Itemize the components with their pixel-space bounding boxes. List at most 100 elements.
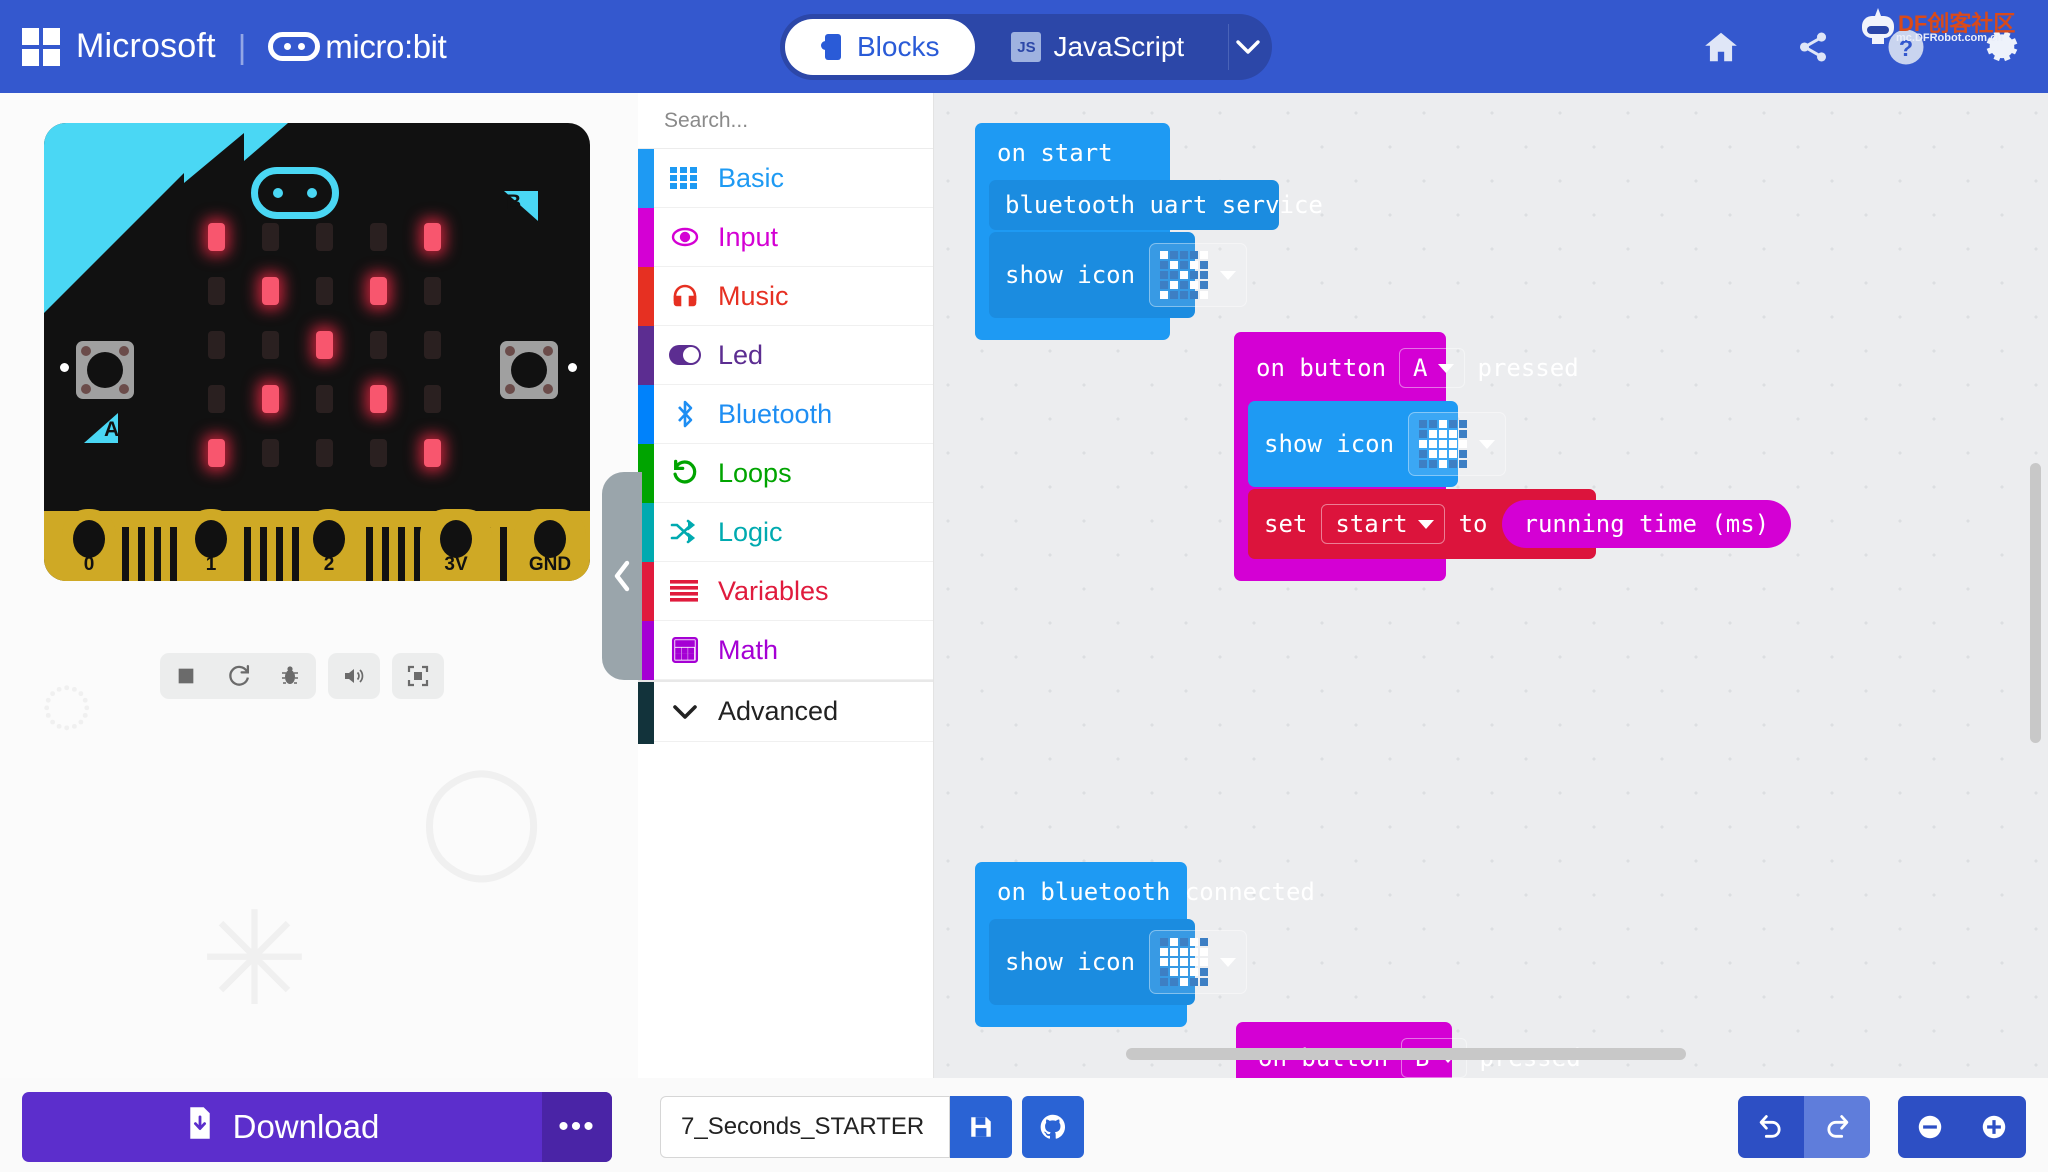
toolbox-category-led[interactable]: Led bbox=[638, 326, 933, 385]
tab-javascript[interactable]: JS JavaScript bbox=[975, 19, 1220, 75]
board-pin-2[interactable]: 2 bbox=[302, 509, 356, 581]
toolbox-category-basic[interactable]: Basic bbox=[638, 149, 933, 208]
brand-separator: | bbox=[237, 27, 247, 65]
workspace-vertical-scrollbar[interactable] bbox=[2030, 463, 2041, 743]
fullscreen-button[interactable] bbox=[392, 653, 444, 699]
led-4-1 bbox=[261, 439, 279, 467]
download-more-button[interactable]: ••• bbox=[542, 1092, 612, 1162]
led-3-0 bbox=[207, 385, 225, 413]
toolbox-category-label: Led bbox=[718, 339, 764, 370]
github-button[interactable] bbox=[1022, 1096, 1084, 1158]
mute-button[interactable] bbox=[328, 653, 380, 699]
block-show-icon-connected[interactable]: show icon bbox=[989, 919, 1248, 1005]
toolbox-category-bluetooth[interactable]: Bluetooth bbox=[638, 385, 933, 444]
block-bluetooth-uart-service[interactable]: bluetooth uart service bbox=[989, 180, 1323, 230]
eye-icon bbox=[668, 224, 702, 250]
led-0-3 bbox=[369, 223, 387, 251]
variable-select-start[interactable]: start bbox=[1321, 504, 1445, 544]
board-pin-3v[interactable]: 3V bbox=[420, 509, 492, 581]
microsoft-logo-icon bbox=[22, 27, 60, 66]
board-label-b: B bbox=[504, 191, 538, 221]
block-on-bluetooth-connected[interactable]: on bluetooth connected show icon bbox=[975, 862, 1315, 1027]
chevron-down-icon bbox=[1220, 270, 1237, 280]
df-community-logo: DF创客社区 mc.DFRobot.com.cn bbox=[1856, 4, 2034, 60]
restart-button[interactable] bbox=[212, 653, 264, 699]
debug-button[interactable] bbox=[264, 653, 316, 699]
project-name-input[interactable] bbox=[681, 1113, 929, 1141]
microbit-board[interactable]: A B 0 1 2 3V GND bbox=[44, 123, 590, 581]
tab-blocks[interactable]: Blocks bbox=[785, 19, 976, 75]
icon-picker-field[interactable] bbox=[1149, 930, 1248, 994]
icon-picker-field[interactable] bbox=[1408, 412, 1507, 476]
toolbox-category-loops[interactable]: Loops bbox=[638, 444, 933, 503]
toolbox-category-math[interactable]: Math bbox=[638, 621, 933, 680]
led-2-2 bbox=[315, 331, 333, 359]
editor-mode-toggle[interactable]: Blocks JS JavaScript bbox=[780, 14, 1272, 80]
search-input[interactable] bbox=[664, 108, 935, 133]
board-button-b[interactable] bbox=[500, 341, 558, 399]
toolbox-category-variables[interactable]: Variables bbox=[638, 562, 933, 621]
board-pin-1[interactable]: 1 bbox=[184, 509, 238, 581]
blocks-toolbox: Basic Input Music Led Bluetooth Loops Logic Var… bbox=[638, 93, 959, 1078]
block-running-time[interactable]: running time (ms) bbox=[1501, 500, 1792, 548]
simulator-controls bbox=[160, 653, 444, 699]
board-edge-dot bbox=[60, 363, 69, 372]
board-button-a[interactable] bbox=[76, 341, 134, 399]
category-color-stripe bbox=[638, 326, 654, 385]
block-on-start[interactable]: on start bluetooth uart service show ico… bbox=[975, 123, 1323, 340]
zoom-in-button[interactable] bbox=[1979, 1112, 2009, 1142]
shuffle-icon bbox=[668, 519, 702, 545]
download-button-main[interactable]: Download bbox=[22, 1092, 542, 1162]
led-3-1 bbox=[261, 385, 279, 413]
language-dropdown-button[interactable] bbox=[1229, 38, 1267, 56]
toolbox-category-label: Math bbox=[718, 634, 779, 665]
download-label: Download bbox=[232, 1108, 380, 1145]
led-1-0 bbox=[207, 277, 225, 305]
icon-picker-field[interactable] bbox=[1149, 243, 1248, 307]
led-4-4 bbox=[423, 439, 441, 467]
variable-name: start bbox=[1335, 510, 1408, 538]
board-pin-0[interactable]: 0 bbox=[62, 509, 116, 581]
led-3-3 bbox=[369, 385, 387, 413]
download-icon bbox=[185, 1106, 215, 1148]
toolbox-category-advanced[interactable]: Advanced bbox=[638, 680, 933, 744]
workspace-horizontal-scrollbar[interactable] bbox=[1126, 1048, 1686, 1060]
brand-area: Microsoft | micro:bit bbox=[0, 27, 447, 66]
share-icon[interactable] bbox=[1796, 30, 1830, 64]
toolbox-category-input[interactable]: Input bbox=[638, 208, 933, 267]
block-show-icon-a[interactable]: show icon bbox=[1248, 401, 1507, 487]
chevron-down-icon bbox=[1437, 363, 1454, 373]
board-pin-gnd[interactable]: GND bbox=[514, 509, 586, 581]
led-1-4 bbox=[423, 277, 441, 305]
toolbox-category-logic[interactable]: Logic bbox=[638, 503, 933, 562]
button-select-a[interactable]: A bbox=[1399, 348, 1465, 388]
undo-button[interactable] bbox=[1738, 1096, 1804, 1158]
bottom-toolbar: Download ••• bbox=[0, 1078, 2048, 1172]
toolbox-category-music[interactable]: Music bbox=[638, 267, 933, 326]
home-icon[interactable] bbox=[1702, 28, 1740, 66]
stop-button[interactable] bbox=[160, 653, 212, 699]
calculator-icon bbox=[668, 636, 702, 664]
toolbox-search-row[interactable] bbox=[638, 93, 959, 149]
toolbox-collapse-handle[interactable] bbox=[602, 472, 642, 680]
toolbox-category-label: Input bbox=[718, 221, 779, 252]
project-name-box[interactable] bbox=[660, 1096, 950, 1158]
simulator-panel: ◌ ◯ ✳ A B 0 1 2 3V GND bbox=[0, 93, 638, 1078]
category-color-stripe bbox=[638, 208, 654, 267]
redo-button[interactable] bbox=[1804, 1096, 1870, 1158]
block-on-button-a-pressed[interactable]: on button A pressed show icon set start bbox=[1234, 332, 1792, 581]
block-show-icon-start[interactable]: show icon bbox=[989, 232, 1248, 318]
zoom-out-button[interactable] bbox=[1915, 1112, 1945, 1142]
usb-connector-icon bbox=[251, 167, 339, 219]
df-logo-subtext: mc.DFRobot.com.cn bbox=[1896, 32, 2003, 44]
led-2-3 bbox=[369, 331, 387, 359]
save-button[interactable] bbox=[950, 1096, 1012, 1158]
blocks-workspace[interactable]: on start bluetooth uart service show ico… bbox=[934, 93, 2048, 1078]
grid-icon bbox=[668, 166, 702, 190]
toolbox-category-label: Advanced bbox=[718, 696, 839, 726]
led-2-0 bbox=[207, 331, 225, 359]
microbit-label: micro:bit bbox=[325, 27, 447, 65]
block-set-start[interactable]: set start to running time (ms) bbox=[1248, 489, 1792, 559]
download-button[interactable]: Download ••• bbox=[22, 1092, 612, 1162]
tab-blocks-label: Blocks bbox=[857, 31, 940, 62]
